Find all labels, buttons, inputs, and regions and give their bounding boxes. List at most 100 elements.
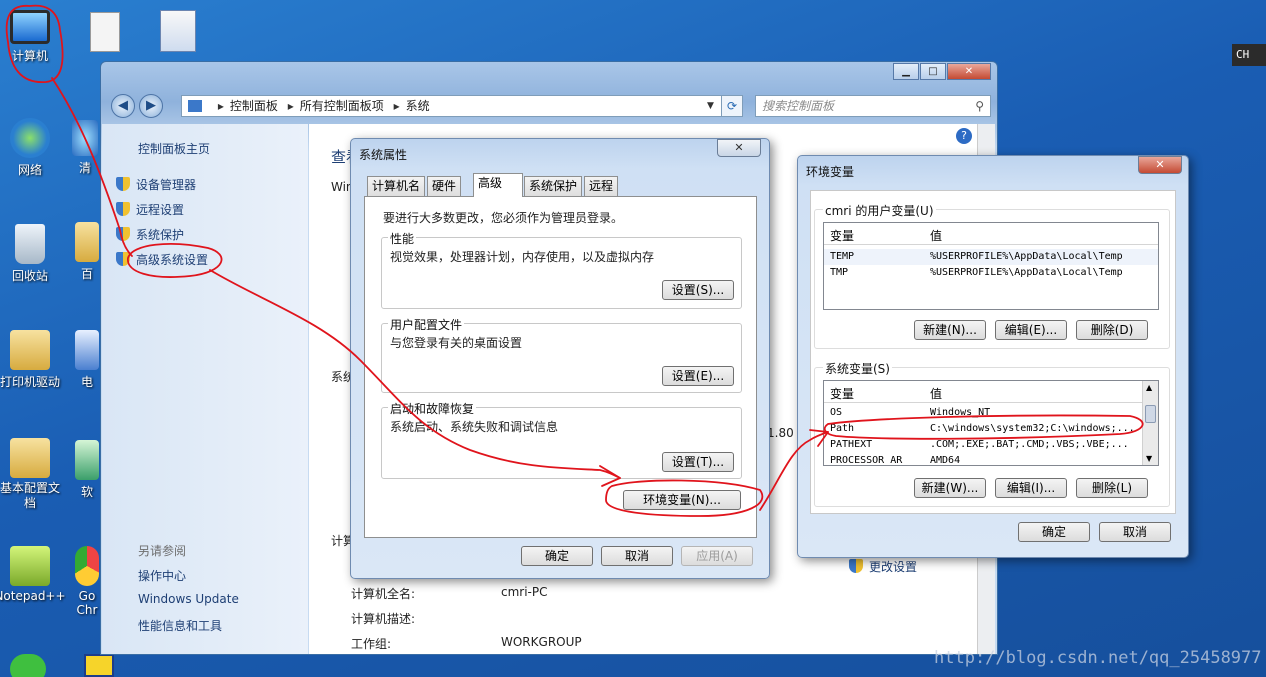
group-title: 用户配置文件 bbox=[388, 316, 465, 333]
scroll-up-icon[interactable]: ▲ bbox=[1146, 383, 1152, 392]
tab-remote[interactable]: 远程 bbox=[584, 176, 619, 196]
tab-system-protection[interactable]: 系统保护 bbox=[524, 176, 583, 196]
row-value: WORKGROUP bbox=[501, 635, 582, 649]
windows-update-link[interactable]: Windows Update bbox=[138, 592, 239, 606]
notepadpp-desktop-icon[interactable]: Notepad++ bbox=[0, 546, 66, 603]
address-bar[interactable]: ▸ 控制面板 ▸ 所有控制面板项 ▸ 系统 bbox=[181, 95, 741, 117]
control-panel-home-link[interactable]: 控制面板主页 bbox=[138, 140, 210, 157]
breadcrumb-separator[interactable]: ▸ bbox=[218, 99, 224, 113]
close-button[interactable]: ✕ bbox=[947, 63, 991, 80]
table-row[interactable]: Path C:\windows\system32;C:\windows;... bbox=[824, 421, 1158, 437]
column-header-value[interactable]: 值 bbox=[930, 385, 942, 402]
tab-computer-name[interactable]: 计算机名 bbox=[367, 176, 426, 196]
user-profiles-settings-button[interactable]: 设置(E)... bbox=[662, 366, 734, 386]
breadcrumb-separator[interactable]: ▸ bbox=[394, 99, 400, 113]
column-header-variable[interactable]: 变量 bbox=[830, 385, 854, 402]
word-doc-icon[interactable] bbox=[160, 10, 196, 52]
table-row[interactable]: OS Windows_NT bbox=[824, 405, 1158, 421]
close-button[interactable]: ✕ bbox=[1138, 156, 1182, 174]
action-center-link[interactable]: 操作中心 bbox=[138, 567, 186, 584]
tab-hardware[interactable]: 硬件 bbox=[427, 176, 462, 196]
breadcrumb-item[interactable]: 系统 bbox=[406, 99, 430, 113]
wechat-icon[interactable] bbox=[10, 654, 46, 677]
remote-settings-link[interactable]: 远程设置 bbox=[116, 201, 184, 218]
environment-variables-button[interactable]: 环境变量(N)... bbox=[623, 490, 741, 510]
table-row[interactable]: TMP %USERPROFILE%\AppData\Local\Temp bbox=[824, 265, 1158, 281]
variable-value: C:\windows\system32;C:\windows;... bbox=[930, 423, 1135, 434]
performance-settings-button[interactable]: 设置(S)... bbox=[662, 280, 734, 300]
variable-value: .COM;.EXE;.BAT;.CMD;.VBS;.VBE;... bbox=[930, 439, 1129, 450]
back-button[interactable]: ◀ bbox=[111, 94, 135, 118]
variable-value: %USERPROFILE%\AppData\Local\Temp bbox=[930, 267, 1123, 278]
advanced-system-settings-link[interactable]: 高级系统设置 bbox=[116, 251, 208, 268]
delete-system-variable-button[interactable]: 删除(L) bbox=[1076, 478, 1148, 498]
breadcrumb-separator[interactable]: ▸ bbox=[288, 99, 294, 113]
column-header-value[interactable]: 值 bbox=[930, 227, 942, 244]
variable-value: %USERPROFILE%\AppData\Local\Temp bbox=[930, 251, 1123, 262]
table-row[interactable]: TEMP %USERPROFILE%\AppData\Local\Temp bbox=[824, 249, 1158, 265]
user-variables-list[interactable]: 变量 值 TEMP %USERPROFILE%\AppData\Local\Tem… bbox=[823, 222, 1159, 310]
edit-system-variable-button[interactable]: 编辑(I)... bbox=[995, 478, 1067, 498]
window-controls: ▁ □ ✕ bbox=[892, 63, 991, 80]
breadcrumb-item[interactable]: 控制面板 bbox=[230, 99, 278, 113]
table-row[interactable]: PROCESSOR_AR AMD64 bbox=[824, 453, 1158, 465]
table-row[interactable]: PATHEXT .COM;.EXE;.BAT;.CMD;.VBS;.VBE;... bbox=[824, 437, 1158, 453]
column-header-variable[interactable]: 变量 bbox=[830, 227, 854, 244]
control-panel-icon bbox=[188, 100, 202, 112]
startup-settings-button[interactable]: 设置(T)... bbox=[662, 452, 734, 472]
performance-tools-link[interactable]: 性能信息和工具 bbox=[138, 617, 222, 634]
close-button[interactable]: ✕ bbox=[717, 139, 761, 157]
address-dropdown-icon[interactable]: ▼ bbox=[707, 95, 721, 117]
minimize-button[interactable]: ▁ bbox=[893, 63, 919, 80]
env-panel: cmri 的用户变量(U) 变量 值 TEMP %USERPROFILE%\App… bbox=[810, 190, 1176, 514]
forward-button[interactable]: ▶ bbox=[139, 94, 163, 118]
system-variables-list[interactable]: 变量 值 OS Windows_NT Path C:\windows\system3… bbox=[823, 380, 1159, 466]
printer-driver-desktop-icon[interactable]: 打印机驱动 bbox=[0, 330, 66, 390]
desktop-icon-label: 软 bbox=[80, 485, 93, 499]
breadcrumb-item[interactable]: 所有控制面板项 bbox=[300, 99, 384, 113]
scroll-down-icon[interactable]: ▼ bbox=[1146, 454, 1152, 463]
system-protection-link[interactable]: 系统保护 bbox=[116, 226, 184, 243]
text-file-icon[interactable] bbox=[90, 12, 120, 52]
computer-desktop-icon[interactable]: 计算机 bbox=[0, 10, 66, 64]
language-indicator[interactable]: CH bbox=[1232, 44, 1266, 66]
edit-user-variable-button[interactable]: 编辑(E)... bbox=[995, 320, 1067, 340]
help-icon[interactable]: ? bbox=[956, 128, 972, 144]
config-doc-desktop-icon[interactable]: 基本配置文档 bbox=[0, 438, 66, 511]
vertical-scrollbar[interactable]: ▲ ▼ bbox=[1142, 381, 1158, 465]
delete-user-variable-button[interactable]: 删除(D) bbox=[1076, 320, 1148, 340]
tab-advanced[interactable]: 高级 bbox=[473, 173, 523, 197]
shield-icon bbox=[116, 177, 130, 191]
network-icon bbox=[10, 118, 50, 158]
search-icon[interactable]: ⚲ bbox=[975, 96, 984, 116]
recycle-bin-desktop-icon[interactable]: 回收站 bbox=[0, 224, 66, 284]
group-title: 性能 bbox=[388, 230, 417, 247]
scroll-thumb[interactable] bbox=[1145, 405, 1156, 423]
ok-button[interactable]: 确定 bbox=[1018, 522, 1090, 542]
desktop-icon-partial[interactable]: 软 bbox=[74, 440, 100, 500]
desktop-icon-partial[interactable]: Go Chr bbox=[74, 546, 100, 617]
maximize-button[interactable]: □ bbox=[920, 63, 946, 80]
refresh-icon[interactable]: ⟳ bbox=[721, 95, 743, 117]
desktop-icon-partial[interactable]: 清 bbox=[70, 120, 100, 176]
shield-icon bbox=[116, 227, 130, 241]
desktop-icon-partial[interactable]: 电 bbox=[74, 330, 100, 390]
xampp-icon[interactable] bbox=[84, 654, 114, 677]
row-label: 计算机全名: bbox=[351, 587, 416, 601]
ok-button[interactable]: 确定 bbox=[521, 546, 593, 566]
cancel-button[interactable]: 取消 bbox=[601, 546, 673, 566]
new-user-variable-button[interactable]: 新建(N)... bbox=[914, 320, 986, 340]
cancel-button[interactable]: 取消 bbox=[1099, 522, 1171, 542]
desktop-icon-label: 回收站 bbox=[11, 269, 48, 283]
change-settings-link[interactable]: 更改设置 bbox=[849, 558, 917, 575]
apply-button[interactable]: 应用(A) bbox=[681, 546, 753, 566]
search-input[interactable]: 搜索控制面板 ⚲ bbox=[755, 95, 991, 117]
device-manager-link[interactable]: 设备管理器 bbox=[116, 176, 196, 193]
variable-name: TMP bbox=[830, 267, 849, 278]
desktop-icon-partial[interactable]: 百 bbox=[74, 222, 100, 282]
dialog-title: 系统属性 bbox=[359, 148, 408, 162]
control-panel-sidebar: 控制面板主页 设备管理器 远程设置 系统保护 高级系统设置 另请参阅 操作中心 … bbox=[102, 124, 308, 654]
new-system-variable-button[interactable]: 新建(W)... bbox=[914, 478, 986, 498]
row-label: 计算机描述: bbox=[351, 612, 416, 626]
network-desktop-icon[interactable]: 网络 bbox=[0, 118, 66, 178]
